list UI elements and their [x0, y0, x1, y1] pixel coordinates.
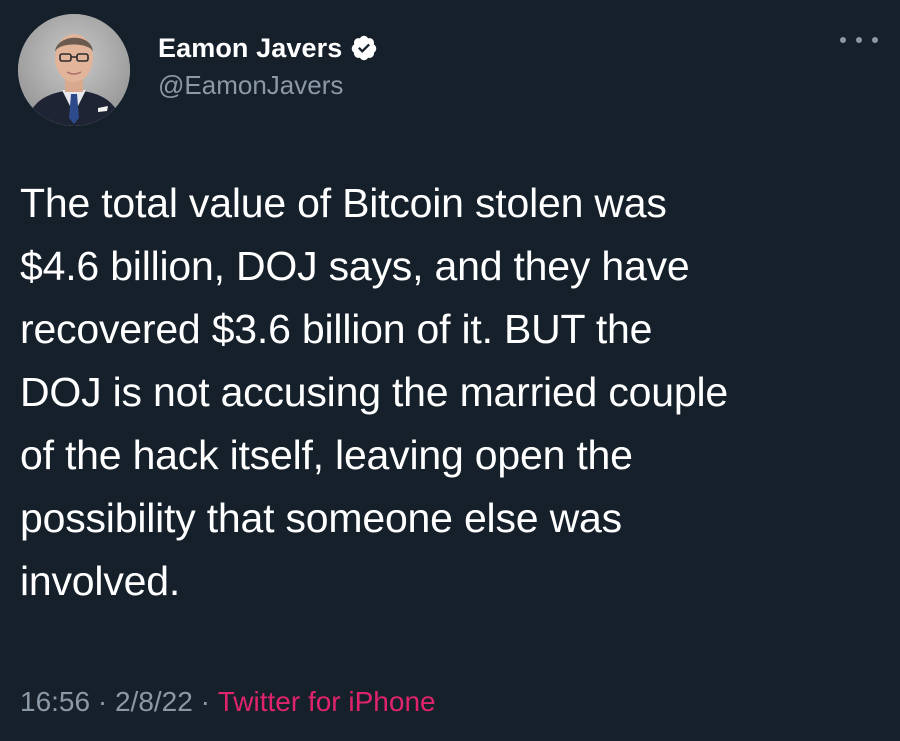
avatar-image: [18, 14, 130, 126]
tweet-date[interactable]: 2/8/22: [115, 686, 193, 718]
tweet-header: Eamon Javers @EamonJavers: [18, 14, 882, 126]
tweet-source-link[interactable]: Twitter for iPhone: [218, 686, 436, 718]
more-options-icon[interactable]: [840, 32, 878, 48]
author-handle[interactable]: @EamonJavers: [158, 70, 378, 101]
tweet-card: Eamon Javers @EamonJavers The total valu…: [0, 0, 900, 741]
avatar[interactable]: [18, 14, 130, 126]
tweet-text: The total value of Bitcoin stolen was $4…: [20, 180, 728, 604]
display-name[interactable]: Eamon Javers: [158, 33, 342, 64]
name-row: Eamon Javers: [158, 30, 378, 66]
dot: [856, 37, 862, 43]
tweet-time[interactable]: 16:56: [20, 686, 90, 718]
meta-separator: ·: [90, 686, 115, 717]
dot: [840, 37, 846, 43]
meta-separator: ·: [192, 686, 218, 717]
dot: [872, 37, 878, 43]
tweet-meta: 16:56 · 2/8/22 · Twitter for iPhone: [20, 686, 436, 718]
author-identity: Eamon Javers @EamonJavers: [158, 30, 378, 101]
verified-badge-icon: [350, 34, 378, 62]
